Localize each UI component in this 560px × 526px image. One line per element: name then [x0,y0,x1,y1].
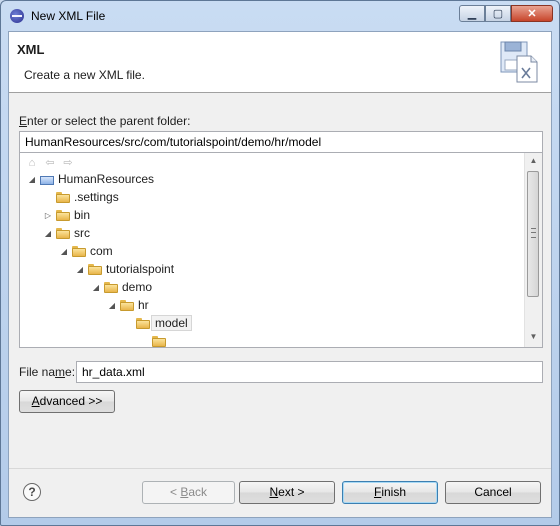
folder-icon [152,335,166,347]
close-icon: ✕ [527,8,537,20]
minimize-icon: ▁ [467,8,477,20]
next-button[interactable]: Next > [239,481,335,504]
tree-item-bin[interactable]: ▷ bin [42,206,90,224]
eclipse-icon [10,9,24,23]
expand-arrow-icon[interactable]: ◢ [74,265,86,274]
wizard-banner: XML Create a new XML file. [9,32,551,93]
xml-file-wizard-icon [500,41,538,83]
tree-toolbar: ⌂ ⇦ ⇨ [25,157,75,169]
dialog-window: New XML File ▁ ▢ ✕ XML Create a new XML … [0,0,560,526]
tree-item-src[interactable]: ◢ src [42,224,90,242]
forward-arrow-icon[interactable]: ⇨ [61,157,75,169]
maximize-button[interactable]: ▢ [485,5,511,22]
tree-item-partial[interactable] [138,332,170,347]
parent-folder-input[interactable]: HumanResources/src/com/tutorialspoint/de… [19,131,543,153]
file-name-label: File name: [19,365,76,379]
folder-tree[interactable]: ⌂ ⇦ ⇨ ◢ HumanResources .settings ▷ bin ◢ [19,152,543,348]
expand-arrow-icon[interactable]: ◢ [26,175,38,184]
tree-item-tutorialspoint[interactable]: ◢ tutorialspoint [74,260,174,278]
advanced-button[interactable]: Advanced >> [19,390,115,413]
window-controls: ▁ ▢ ✕ [459,5,553,22]
folder-icon [56,227,70,239]
tree-scrollbar[interactable]: ▲ ▼ [524,153,542,347]
back-arrow-icon[interactable]: ⇦ [43,157,57,169]
scroll-thumb[interactable] [527,171,539,297]
tree-item-demo[interactable]: ◢ demo [90,278,152,296]
finish-button[interactable]: Finish [342,481,438,504]
scroll-up-arrow-icon[interactable]: ▲ [525,153,542,169]
tree-item-model[interactable]: model [122,314,192,332]
minimize-button[interactable]: ▁ [459,5,485,22]
folder-icon [136,317,150,329]
home-icon[interactable]: ⌂ [25,157,39,169]
tree-item-humanresources[interactable]: ◢ HumanResources [26,170,154,188]
help-icon[interactable]: ? [23,483,41,501]
title-bar[interactable]: New XML File ▁ ▢ ✕ [1,1,559,31]
scroll-down-arrow-icon[interactable]: ▼ [525,329,542,345]
window-title: New XML File [31,9,106,23]
project-folder-icon [40,174,54,185]
selected-tree-label: model [151,315,192,331]
folder-icon [72,245,86,257]
folder-icon [56,191,70,203]
file-name-input[interactable]: hr_data.xml [76,361,543,383]
dialog-content: XML Create a new XML file. Enter or sele… [8,31,552,518]
expand-arrow-icon[interactable]: ◢ [58,247,70,256]
tree-item-hr[interactable]: ◢ hr [106,296,149,314]
collapsed-arrow-icon[interactable]: ▷ [42,211,54,220]
tree-item-settings[interactable]: .settings [42,188,119,206]
folder-icon [120,299,134,311]
maximize-icon: ▢ [492,8,504,20]
button-bar-separator [9,468,551,469]
expand-arrow-icon[interactable]: ◢ [42,229,54,238]
close-button[interactable]: ✕ [511,5,553,22]
expand-arrow-icon[interactable]: ◢ [106,301,118,310]
parent-folder-label: Enter or select the parent folder: [19,114,191,128]
back-button[interactable]: < Back [142,481,235,504]
folder-icon [88,263,102,275]
folder-icon [56,209,70,221]
wizard-title: XML [17,42,45,57]
folder-icon [104,281,118,293]
expand-arrow-icon[interactable]: ◢ [90,283,102,292]
tree-item-com[interactable]: ◢ com [58,242,113,260]
wizard-description: Create a new XML file. [24,68,145,82]
scroll-grip-icon [531,228,536,238]
cancel-button[interactable]: Cancel [445,481,541,504]
